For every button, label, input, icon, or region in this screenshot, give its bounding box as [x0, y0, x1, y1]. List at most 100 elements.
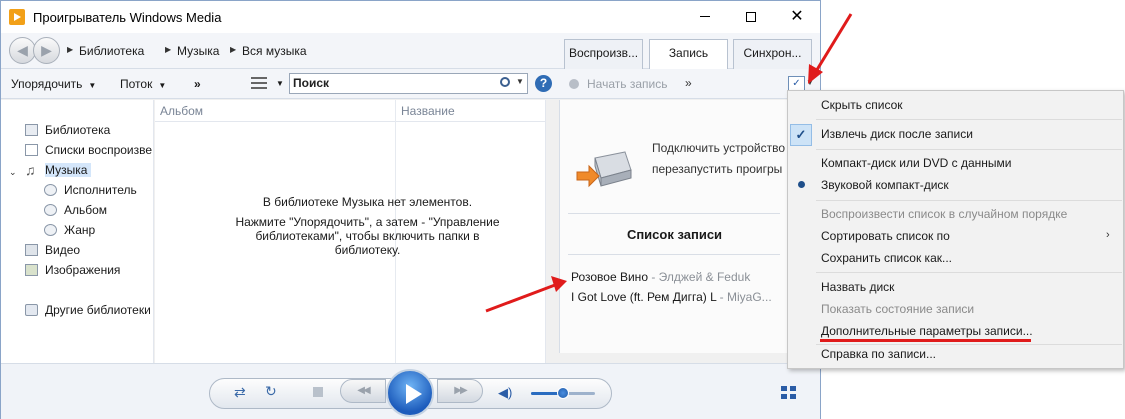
- chevron-down-icon: ▼: [158, 81, 167, 90]
- video-icon: [25, 244, 38, 256]
- burn-options-button[interactable]: ✓: [788, 76, 805, 91]
- sidebar-item-label: Исполнитель: [64, 183, 137, 197]
- breadcrumb-all-music[interactable]: Вся музыка: [242, 44, 307, 58]
- window-title: Проигрыватель Windows Media: [33, 10, 222, 25]
- sidebar-item-music[interactable]: ♫ Музыка: [25, 163, 92, 177]
- stream-label: Поток: [120, 77, 153, 91]
- column-header-title[interactable]: Название: [395, 100, 545, 122]
- forward-button[interactable]: ▶: [33, 37, 60, 64]
- volume-icon[interactable]: ◀): [498, 385, 512, 401]
- stop-button[interactable]: [313, 387, 323, 397]
- sidebar-item-label: Списки воспроизве: [45, 143, 153, 157]
- album-icon: [44, 204, 57, 216]
- empty-message-line: библиотеку.: [334, 243, 401, 257]
- sidebar-item-label: Альбом: [64, 203, 108, 217]
- switch-to-now-playing-button[interactable]: [781, 386, 797, 400]
- menu-separator: [816, 149, 1122, 150]
- menu-item-burn-help[interactable]: Справка по записи...: [821, 347, 936, 361]
- volume-slider-thumb[interactable]: [557, 387, 569, 399]
- search-input[interactable]: [293, 76, 493, 90]
- start-burn-button[interactable]: Начать запись: [569, 77, 667, 91]
- menu-item-audio-cd[interactable]: Звуковой компакт-диск: [821, 178, 949, 192]
- stream-menu[interactable]: Поток ▼: [120, 77, 166, 91]
- burn-list-item[interactable]: I Got Love (ft. Рем Дигга) L - MiyaG...: [571, 290, 781, 304]
- burn-icon: [569, 79, 579, 89]
- sidebar-item-genre[interactable]: Жанр: [44, 223, 96, 237]
- next-icon: ▶▶: [454, 385, 467, 396]
- help-icon[interactable]: ?: [535, 75, 552, 92]
- sidebar-item-library[interactable]: Библиотека: [25, 123, 111, 137]
- organize-label: Упорядочить: [11, 77, 83, 91]
- sidebar-item-label: Библиотека: [45, 123, 111, 137]
- library-scrollbar[interactable]: [545, 100, 559, 363]
- sidebar-item-label: Музыка: [45, 163, 88, 177]
- pictures-icon: [25, 264, 38, 276]
- tab-sync[interactable]: Синхрон...: [733, 39, 812, 69]
- sidebar-item-video[interactable]: Видео: [25, 243, 81, 257]
- divider: [568, 213, 780, 214]
- burn-tip-line: Подключить устройство: [652, 141, 786, 155]
- maximize-icon: [746, 11, 756, 22]
- burn-tip-line: перезапустить проигры: [652, 162, 783, 176]
- play-button[interactable]: [386, 369, 434, 417]
- sidebar-item-playlists[interactable]: Списки воспроизве: [25, 143, 153, 157]
- search-field[interactable]: ▼: [289, 73, 528, 94]
- search-dropdown-icon[interactable]: ▼: [516, 77, 524, 86]
- wmp-window: Проигрыватель Windows Media ✕ ◀ ▶ ▶ Библ…: [0, 0, 821, 419]
- previous-icon: ◀◀: [357, 385, 370, 396]
- close-button[interactable]: ✕: [774, 1, 820, 33]
- menu-item-data-disc[interactable]: Компакт-диск или DVD с данными: [821, 156, 1012, 170]
- close-icon: ✕: [790, 8, 804, 25]
- menu-separator: [816, 272, 1122, 273]
- column-header-album[interactable]: Альбом: [155, 100, 395, 122]
- breadcrumb-music[interactable]: Музыка: [177, 44, 219, 58]
- menu-item-more-burn-options[interactable]: Дополнительные параметры записи...: [821, 324, 1033, 338]
- menu-item-show-burn-status: Показать состояние записи: [821, 302, 975, 316]
- minimize-button[interactable]: [682, 1, 728, 33]
- back-button[interactable]: ◀: [9, 37, 36, 64]
- burn-options-dropdown-icon[interactable]: ▼: [806, 78, 814, 87]
- toolbar-more-button[interactable]: »: [194, 77, 201, 91]
- sidebar-item-album[interactable]: Альбом: [44, 203, 108, 217]
- burn-toolbar-more-button[interactable]: »: [685, 76, 692, 90]
- menu-item-sort-list-by[interactable]: Сортировать список по: [821, 229, 950, 243]
- checklist-icon: ✓: [792, 78, 801, 89]
- menu-item-name-disc[interactable]: Назвать диск: [821, 280, 894, 294]
- maximize-button[interactable]: [728, 1, 774, 33]
- sidebar-item-label: Жанр: [64, 223, 96, 237]
- next-button[interactable]: ▶▶: [437, 379, 483, 403]
- previous-button[interactable]: ◀◀: [340, 379, 386, 403]
- tab-burn[interactable]: Запись: [649, 39, 728, 70]
- navigation-pane: Библиотека Списки воспроизве ♫ Музыка Ис…: [1, 100, 154, 363]
- repeat-icon[interactable]: ↻: [265, 383, 277, 400]
- menu-item-eject-after-burn[interactable]: Извлечь диск после записи: [821, 127, 973, 141]
- track-title: Розовое Вино: [571, 270, 648, 284]
- sidebar-item-artist[interactable]: Исполнитель: [44, 183, 137, 197]
- radio-selected-icon: [798, 181, 805, 188]
- minimize-icon: [700, 16, 710, 18]
- check-icon: ✓: [790, 124, 812, 146]
- title-bar: Проигрыватель Windows Media ✕: [1, 1, 820, 33]
- menu-item-hide-list[interactable]: Скрыть список: [821, 98, 903, 112]
- empty-message-line: библиотеками", чтобы включить папки в: [255, 229, 480, 243]
- start-burn-label: Начать запись: [587, 77, 668, 91]
- track-title: I Got Love (ft. Рем Дигга) L: [571, 290, 717, 304]
- view-options-dropdown-icon[interactable]: ▼: [276, 79, 284, 88]
- menu-separator: [816, 119, 1122, 120]
- burn-list-item[interactable]: Розовое Вино - Элджей & Feduk: [571, 270, 781, 284]
- shuffle-icon[interactable]: ⇄: [234, 384, 246, 401]
- organize-menu[interactable]: Упорядочить ▼: [11, 77, 96, 91]
- sidebar-item-pictures[interactable]: Изображения: [25, 263, 120, 277]
- search-icon[interactable]: [500, 77, 510, 87]
- sidebar-item-label: Видео: [45, 243, 81, 257]
- breadcrumb-library[interactable]: Библиотека: [79, 44, 144, 58]
- sidebar-item-other-libraries[interactable]: Другие библиотеки: [25, 303, 151, 317]
- tab-play[interactable]: Воспроизв...: [564, 39, 643, 69]
- collapse-icon[interactable]: ⌄: [9, 167, 17, 178]
- empty-library-message: В библиотеке Музыка нет элементов. Нажми…: [235, 195, 500, 257]
- volume-level: [531, 392, 560, 395]
- library-content: Альбом Название В библиотеке Музыка нет …: [155, 100, 545, 363]
- view-options-icon[interactable]: [251, 77, 267, 90]
- sidebar-item-label: Другие библиотеки: [45, 303, 151, 317]
- menu-item-save-list-as[interactable]: Сохранить список как...: [821, 251, 952, 265]
